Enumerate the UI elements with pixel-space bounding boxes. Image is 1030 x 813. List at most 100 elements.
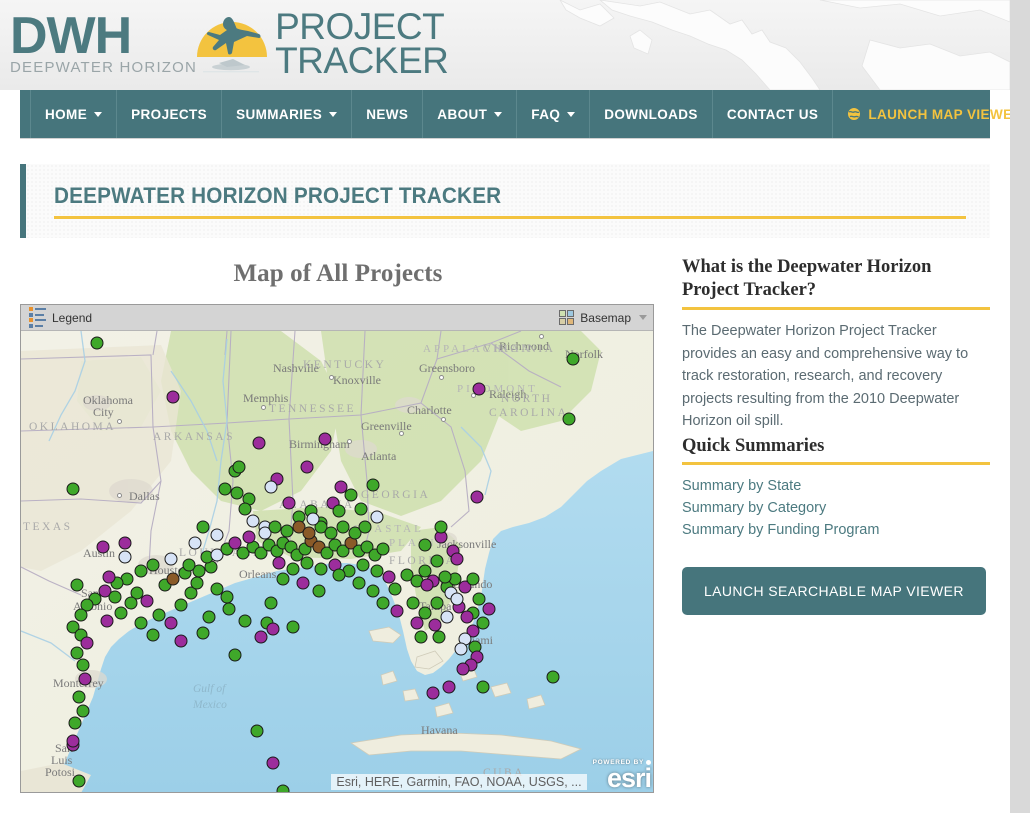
project-marker[interactable] [466,572,480,586]
project-marker[interactable] [426,686,440,700]
project-marker[interactable] [220,590,234,604]
project-marker[interactable] [276,784,290,792]
project-marker[interactable] [318,432,332,446]
project-marker[interactable] [66,482,80,496]
project-marker[interactable] [482,602,496,616]
link-summary-by-funding-program[interactable]: Summary by Funding Program [682,519,990,541]
project-marker[interactable] [72,774,86,788]
project-marker[interactable] [562,412,576,426]
project-marker[interactable] [146,628,160,642]
project-marker[interactable] [222,602,236,616]
project-marker[interactable] [376,596,390,610]
nav-item-home[interactable]: HOME [30,90,118,138]
project-marker[interactable] [196,626,210,640]
project-marker[interactable] [370,510,384,524]
project-marker[interactable] [406,596,420,610]
project-marker[interactable] [388,582,402,596]
map-canvas[interactable]: OklahomaCityDallasAustinHoustonSanAntoni… [21,331,653,792]
project-marker[interactable] [166,390,180,404]
map-widget[interactable]: Legend Basemap Oklahoma City Dallas Aust… [20,304,654,793]
nav-item-launch-map-viewer[interactable]: LAUNCH MAP VIEWER [833,90,1010,138]
project-marker[interactable] [432,630,446,644]
project-marker[interactable] [354,502,368,516]
project-marker[interactable] [286,620,300,634]
project-marker[interactable] [100,614,114,628]
project-marker[interactable] [418,538,432,552]
project-marker[interactable] [434,520,448,534]
project-marker[interactable] [312,584,326,598]
project-marker[interactable] [472,382,486,396]
nav-item-summaries[interactable]: SUMMARIES [222,90,353,138]
nav-item-news[interactable]: NEWS [352,90,424,138]
project-marker[interactable] [80,636,94,650]
project-marker[interactable] [454,642,468,656]
project-marker[interactable] [74,608,88,622]
nav-item-downloads[interactable]: DOWNLOADS [590,90,713,138]
project-marker[interactable] [182,558,196,572]
project-marker[interactable] [242,530,256,544]
project-marker[interactable] [376,542,390,556]
project-marker[interactable] [438,570,452,584]
project-marker[interactable] [146,558,160,572]
project-marker[interactable] [450,592,464,606]
launch-searchable-map-viewer-button[interactable]: LAUNCH SEARCHABLE MAP VIEWER [682,566,986,615]
project-marker[interactable] [442,680,456,694]
project-marker[interactable] [90,336,104,350]
project-marker[interactable] [174,634,188,648]
project-marker[interactable] [476,680,490,694]
legend-button[interactable]: Legend [29,307,92,328]
project-marker[interactable] [300,460,314,474]
nav-item-projects[interactable]: PROJECTS [117,90,223,138]
project-marker[interactable] [410,616,424,630]
project-marker[interactable] [66,734,80,748]
project-marker[interactable] [430,596,444,610]
nav-item-about[interactable]: ABOUT [423,90,518,138]
project-marker[interactable] [70,578,84,592]
link-summary-by-state[interactable]: Summary by State [682,475,990,497]
project-marker[interactable] [164,616,178,630]
project-marker[interactable] [232,460,246,474]
project-marker[interactable] [456,662,470,676]
project-marker[interactable] [152,608,166,622]
project-marker[interactable] [76,704,90,718]
project-marker[interactable] [390,604,404,618]
project-marker[interactable] [68,716,82,730]
project-marker[interactable] [460,610,474,624]
project-marker[interactable] [238,614,252,628]
project-marker[interactable] [276,572,290,586]
nav-item-faq[interactable]: FAQ [517,90,591,138]
project-marker[interactable] [102,570,116,584]
project-marker[interactable] [246,514,260,528]
project-marker[interactable] [332,504,346,518]
project-marker[interactable] [108,590,122,604]
project-marker[interactable] [344,488,358,502]
project-marker[interactable] [566,352,580,366]
project-marker[interactable] [470,490,484,504]
project-marker[interactable] [428,618,442,632]
project-marker[interactable] [78,672,92,686]
project-marker[interactable] [300,556,314,570]
site-logo[interactable]: DWH DEEPWATER HORIZON PROJECT TRACKER [10,4,449,84]
project-marker[interactable] [228,648,242,662]
project-marker[interactable] [282,496,296,510]
project-marker[interactable] [118,536,132,550]
project-marker[interactable] [306,512,320,526]
project-marker[interactable] [264,596,278,610]
project-marker[interactable] [264,480,278,494]
project-marker[interactable] [414,630,428,644]
project-marker[interactable] [202,610,216,624]
project-marker[interactable] [190,576,204,590]
project-marker[interactable] [450,552,464,566]
project-marker[interactable] [118,550,132,564]
project-marker[interactable] [76,658,90,672]
project-marker[interactable] [188,536,202,550]
project-marker[interactable] [356,558,370,572]
project-marker[interactable] [210,528,224,542]
project-marker[interactable] [166,572,180,586]
project-marker[interactable] [324,526,338,540]
project-marker[interactable] [238,502,252,516]
link-summary-by-category[interactable]: Summary by Category [682,497,990,519]
project-marker[interactable] [366,584,380,598]
project-marker[interactable] [420,578,434,592]
project-marker[interactable] [352,576,366,590]
